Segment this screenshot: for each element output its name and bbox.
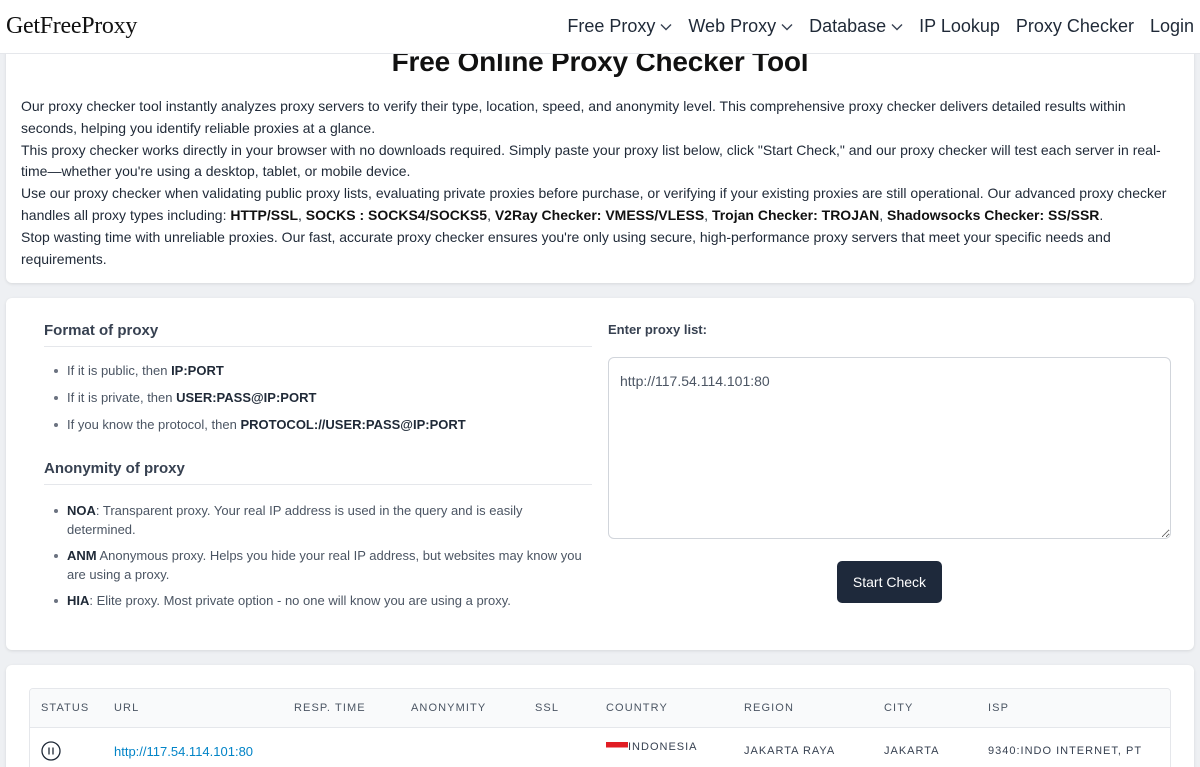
- isp-cell: 9340:INDO INTERNET, PT: [988, 745, 1143, 757]
- anonymity-list: NOA: Transparent proxy. Your real IP add…: [44, 501, 592, 610]
- proxy-list-label: Enter proxy list:: [608, 322, 707, 337]
- proxy-type-trojan: Trojan Checker: TROJAN: [711, 206, 880, 223]
- column-anonymity: ANONYMITY: [411, 702, 487, 714]
- anonymity-title: Anonymity of proxy: [44, 460, 592, 485]
- nav-free-proxy-label: Free Proxy: [567, 16, 656, 36]
- list-item: HIA: Elite proxy. Most private option - …: [44, 591, 592, 610]
- format-rule-text: If it is public, then: [67, 363, 172, 378]
- nav-ip-lookup[interactable]: IP Lookup: [919, 16, 1000, 37]
- proxy-list-input[interactable]: http://117.54.114.101:80: [608, 357, 1171, 539]
- nav-proxy-checker[interactable]: Proxy Checker: [1016, 16, 1134, 37]
- proxy-type-http: HTTP/SSL: [230, 206, 299, 223]
- intro-paragraph-2: This proxy checker works directly in you…: [21, 141, 1161, 180]
- proxy-type-socks: SOCKS : SOCKS4/SOCKS5: [305, 206, 488, 223]
- column-country: COUNTRY: [606, 702, 668, 714]
- nav-ip-lookup-label: IP Lookup: [919, 16, 1000, 36]
- column-status: STATUS: [41, 702, 90, 714]
- country-cell: INDONESIA: [606, 741, 698, 753]
- checker-card: Format of proxy If it is public, then IP…: [6, 298, 1194, 650]
- separator: ,: [879, 206, 887, 223]
- list-item: If it is private, then USER:PASS@IP:PORT: [44, 388, 592, 407]
- intro-paragraph-4: Stop wasting time with unreliable proxie…: [21, 228, 1111, 267]
- indonesia-flag-icon: [606, 742, 628, 753]
- intro-paragraph-3: Use our proxy checker when validating pu…: [21, 183, 1181, 227]
- results-card: STATUS URL RESP. TIME ANONYMITY SSL COUN…: [6, 665, 1194, 767]
- nav-web-proxy[interactable]: Web Proxy: [688, 16, 793, 37]
- column-isp: ISP: [988, 702, 1010, 714]
- intro-paragraph-1: Our proxy checker tool instantly analyze…: [21, 98, 1126, 136]
- nav-login[interactable]: Login: [1150, 16, 1194, 37]
- main-nav: Free Proxy Web Proxy Database IP Lookup …: [551, 0, 1194, 53]
- format-title: Format of proxy: [44, 322, 592, 347]
- format-rule-value: PROTOCOL://USER:PASS@IP:PORT: [240, 416, 466, 432]
- table-row: http://117.54.114.101:80 INDONESIA JAKAR…: [30, 728, 1170, 767]
- proxy-type-v2ray: V2Ray Checker: VMESS/VLESS: [494, 206, 705, 223]
- format-rule-value: USER:PASS@IP:PORT: [176, 389, 317, 405]
- anonymity-code: ANM: [67, 547, 97, 563]
- column-url: URL: [114, 702, 140, 714]
- proxy-url-link[interactable]: http://117.54.114.101:80: [114, 744, 253, 759]
- country-name: INDONESIA: [628, 741, 698, 753]
- list-item: NOA: Transparent proxy. Your real IP add…: [44, 501, 592, 539]
- intro-text: Our proxy checker tool instantly analyze…: [21, 96, 1181, 270]
- nav-proxy-checker-label: Proxy Checker: [1015, 16, 1134, 36]
- results-table: STATUS URL RESP. TIME ANONYMITY SSL COUN…: [29, 688, 1171, 767]
- paused-icon: [41, 741, 61, 761]
- format-rule-value: IP:PORT: [171, 363, 224, 378]
- nav-login-label: Login: [1149, 16, 1194, 36]
- list-item: If it is public, then IP:PORT: [44, 361, 592, 380]
- separator: ,: [704, 206, 712, 223]
- format-list: If it is public, then IP:PORT If it is p…: [44, 361, 592, 434]
- anonymity-description: : Transparent proxy. Your real IP addres…: [67, 502, 523, 537]
- nav-database-label: Database: [809, 16, 887, 36]
- chevron-down-icon: [891, 23, 903, 31]
- period: .: [1099, 206, 1104, 223]
- site-header: GetFreeProxy Free Proxy Web Proxy Databa…: [0, 0, 1200, 54]
- proxy-input-column: Enter proxy list: http://117.54.114.101:…: [608, 322, 1171, 603]
- column-resp-time: RESP. TIME: [294, 702, 366, 714]
- anonymity-code: HIA: [67, 592, 90, 608]
- separator: ,: [487, 206, 495, 223]
- start-check-button[interactable]: Start Check: [837, 561, 942, 603]
- column-region: REGION: [744, 702, 794, 714]
- nav-database[interactable]: Database: [809, 16, 903, 37]
- table-header: STATUS URL RESP. TIME ANONYMITY SSL COUN…: [30, 689, 1170, 728]
- anonymity-code: NOA: [67, 502, 96, 518]
- site-logo[interactable]: GetFreeProxy: [6, 13, 137, 40]
- chevron-down-icon: [660, 23, 672, 31]
- anonymity-description: : Elite proxy. Most private option - no …: [89, 592, 511, 608]
- chevron-down-icon: [781, 23, 793, 31]
- format-rule-text: If you know the protocol, then: [67, 416, 241, 432]
- city-cell: JAKARTA: [884, 745, 940, 757]
- list-item: ANM Anonymous proxy. Helps you hide your…: [44, 546, 592, 584]
- proxy-info-column: Format of proxy If it is public, then IP…: [44, 322, 592, 617]
- list-item: If you know the protocol, then PROTOCOL:…: [44, 415, 592, 434]
- column-ssl: SSL: [535, 702, 560, 714]
- column-city: CITY: [884, 702, 914, 714]
- format-rule-text: If it is private, then: [67, 389, 177, 405]
- nav-free-proxy[interactable]: Free Proxy: [567, 16, 672, 37]
- proxy-type-shadowsocks: Shadowsocks Checker: SS/SSR: [886, 206, 1100, 223]
- separator: ,: [298, 206, 306, 223]
- region-cell: JAKARTA RAYA: [744, 745, 836, 757]
- anonymity-description: Anonymous proxy. Helps you hide your rea…: [67, 547, 582, 582]
- intro-card: Free Online Proxy Checker Tool Our proxy…: [6, 20, 1194, 283]
- nav-web-proxy-label: Web Proxy: [688, 16, 777, 36]
